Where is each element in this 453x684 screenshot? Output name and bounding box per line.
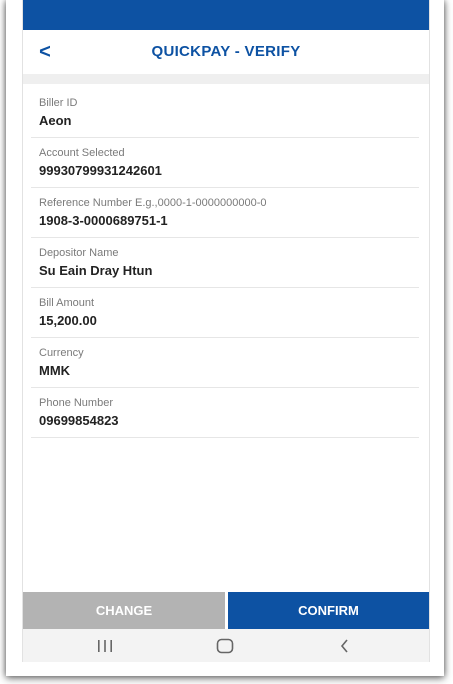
list-item: Account Selected 99930799931242601 xyxy=(31,138,419,188)
list-item: Bill Amount 15,200.00 xyxy=(31,288,419,338)
bottom-action-bar: CHANGE CONFIRM xyxy=(23,592,429,629)
status-bar xyxy=(23,0,429,30)
back-button[interactable]: < xyxy=(33,40,57,64)
list-item: Currency MMK xyxy=(31,338,419,388)
field-value: Aeon xyxy=(39,113,72,128)
list-item: Biller ID Aeon xyxy=(31,88,419,138)
field-value: MMK xyxy=(39,363,71,378)
field-label: Reference Number E.g.,0000-1-0000000000-… xyxy=(39,197,267,209)
list-item: Reference Number E.g.,0000-1-0000000000-… xyxy=(31,188,419,238)
field-value: 99930799931242601 xyxy=(39,163,162,178)
app-header: QUICKPAY - VERIFY < xyxy=(23,30,429,74)
list-item: Phone Number 09699854823 xyxy=(31,388,419,438)
verify-details-list: Biller ID Aeon Account Selected 99930799… xyxy=(31,88,419,438)
field-value: Su Eain Dray Htun xyxy=(39,263,153,278)
field-value: 15,200.00 xyxy=(39,313,97,328)
change-button[interactable]: CHANGE xyxy=(23,592,225,629)
field-label: Depositor Name xyxy=(39,247,119,259)
back-nav-icon-svg xyxy=(340,639,348,653)
list-item: Depositor Name Su Eain Dray Htun xyxy=(31,238,419,288)
field-label: Phone Number xyxy=(39,397,113,409)
field-value: 1908-3-0000689751-1 xyxy=(39,213,168,228)
field-label: Bill Amount xyxy=(39,297,95,309)
field-value: 09699854823 xyxy=(39,413,119,428)
screenshot-frame: QUICKPAY - VERIFY < Biller ID Aeon Accou… xyxy=(6,0,444,676)
phone-screen: QUICKPAY - VERIFY < Biller ID Aeon Accou… xyxy=(22,0,430,662)
home-icon-svg xyxy=(216,638,234,654)
page-title: QUICKPAY - VERIFY xyxy=(151,43,301,60)
back-nav-icon[interactable] xyxy=(325,629,365,662)
confirm-button[interactable]: CONFIRM xyxy=(228,592,429,629)
field-label: Account Selected xyxy=(39,147,125,159)
field-label: Currency xyxy=(39,347,84,359)
recent-apps-icon[interactable] xyxy=(85,629,125,662)
header-divider xyxy=(23,74,429,84)
field-label: Biller ID xyxy=(39,97,78,109)
recent-apps-icon-svg xyxy=(98,639,112,652)
home-icon[interactable] xyxy=(205,629,245,662)
system-nav-bar xyxy=(23,629,429,662)
